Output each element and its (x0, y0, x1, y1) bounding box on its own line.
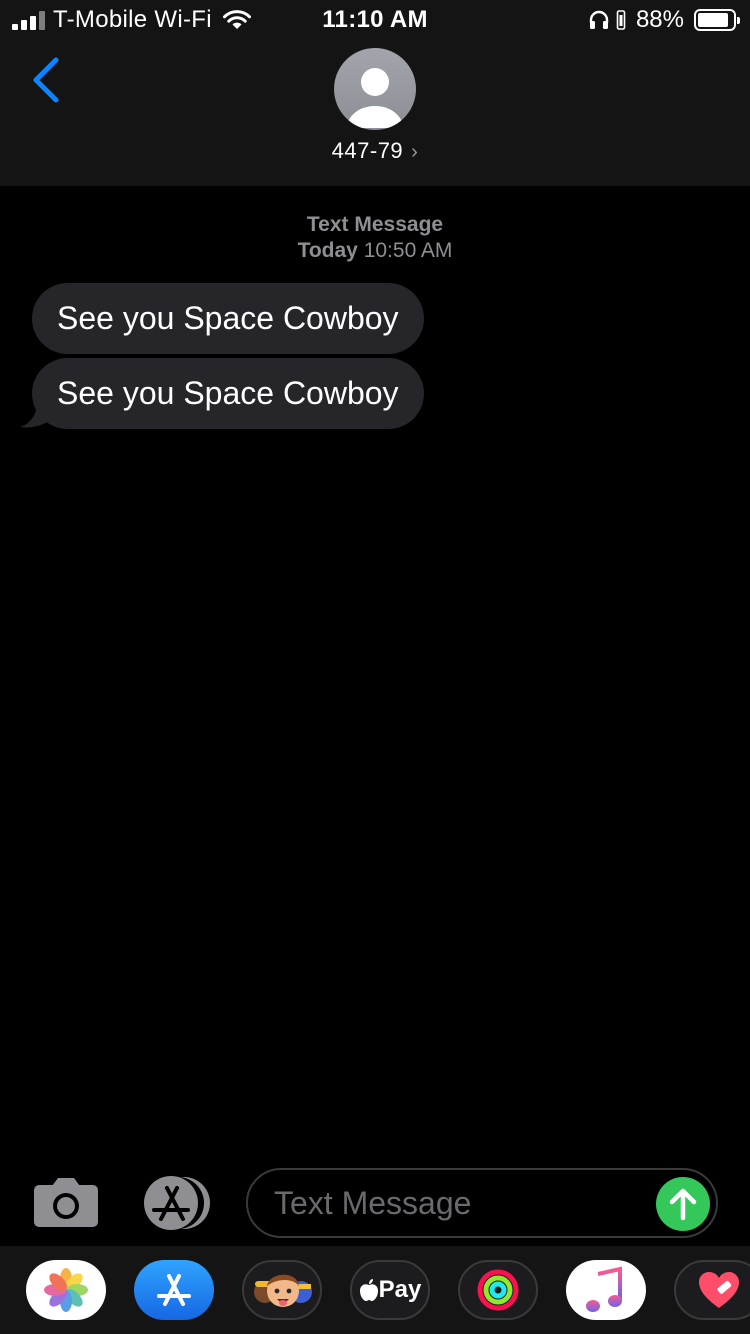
apple-logo-icon (359, 1279, 378, 1301)
battery-fill (698, 13, 728, 27)
message-input-placeholder: Text Message (274, 1185, 472, 1221)
service-label: Text Message (306, 213, 444, 236)
message-bubble-received[interactable]: See you Space Cowboy (32, 283, 424, 354)
message-time: 10:50 AM (363, 239, 453, 262)
message-text: See you Space Cowboy (57, 300, 399, 336)
headphones-icon (589, 10, 609, 29)
chevron-left-icon (33, 57, 59, 103)
chevron-right-icon: › (411, 141, 419, 163)
photos-app-button[interactable] (26, 1260, 106, 1320)
app-store-icon (157, 1274, 191, 1306)
apple-pay-app-button[interactable]: Pay (350, 1260, 430, 1320)
heart-icon (699, 1272, 739, 1308)
photos-icon (44, 1268, 88, 1312)
activity-rings-icon (477, 1269, 519, 1311)
battery-icon (694, 9, 740, 31)
camera-button[interactable] (34, 1177, 98, 1227)
app-store-button[interactable] (140, 1176, 212, 1230)
send-button[interactable] (656, 1177, 710, 1231)
app-drawer: Pay (0, 1246, 750, 1334)
app-store-app-button[interactable] (134, 1260, 214, 1320)
music-app-button[interactable] (566, 1260, 646, 1320)
status-right: 88% (588, 6, 740, 34)
camera-icon (34, 1178, 98, 1227)
memoji-icon (254, 1274, 312, 1307)
navigation-header: T-Mobile Wi-Fi 11:10 AM 88% 447-79 › (0, 0, 750, 186)
battery-percentage: 88% (635, 6, 684, 33)
person-silhouette-icon (347, 68, 403, 128)
arrow-up-icon (669, 1188, 697, 1221)
memoji-app-button[interactable] (242, 1260, 322, 1320)
back-button[interactable] (26, 56, 66, 104)
message-input[interactable]: Text Message (246, 1168, 718, 1238)
status-bar: T-Mobile Wi-Fi 11:10 AM 88% (0, 0, 750, 40)
orientation-lock-icon (616, 10, 626, 30)
message-text: See you Space Cowboy (57, 375, 399, 411)
message-date: Today 10:50 AM (0, 238, 750, 264)
contact-name-button[interactable]: 447-79 › (0, 138, 750, 164)
activity-app-button[interactable] (458, 1260, 538, 1320)
contact-avatar[interactable] (334, 48, 416, 130)
message-day: Today (297, 239, 358, 262)
contact-name: 447-79 (331, 138, 404, 163)
apple-pay-label: Pay (378, 1276, 422, 1303)
music-note-icon (586, 1266, 622, 1312)
digital-touch-app-button[interactable] (674, 1260, 750, 1320)
message-bubble-received[interactable]: See you Space Cowboy (32, 358, 424, 429)
thread-timestamp: Text Message Today 10:50 AM (0, 212, 750, 264)
